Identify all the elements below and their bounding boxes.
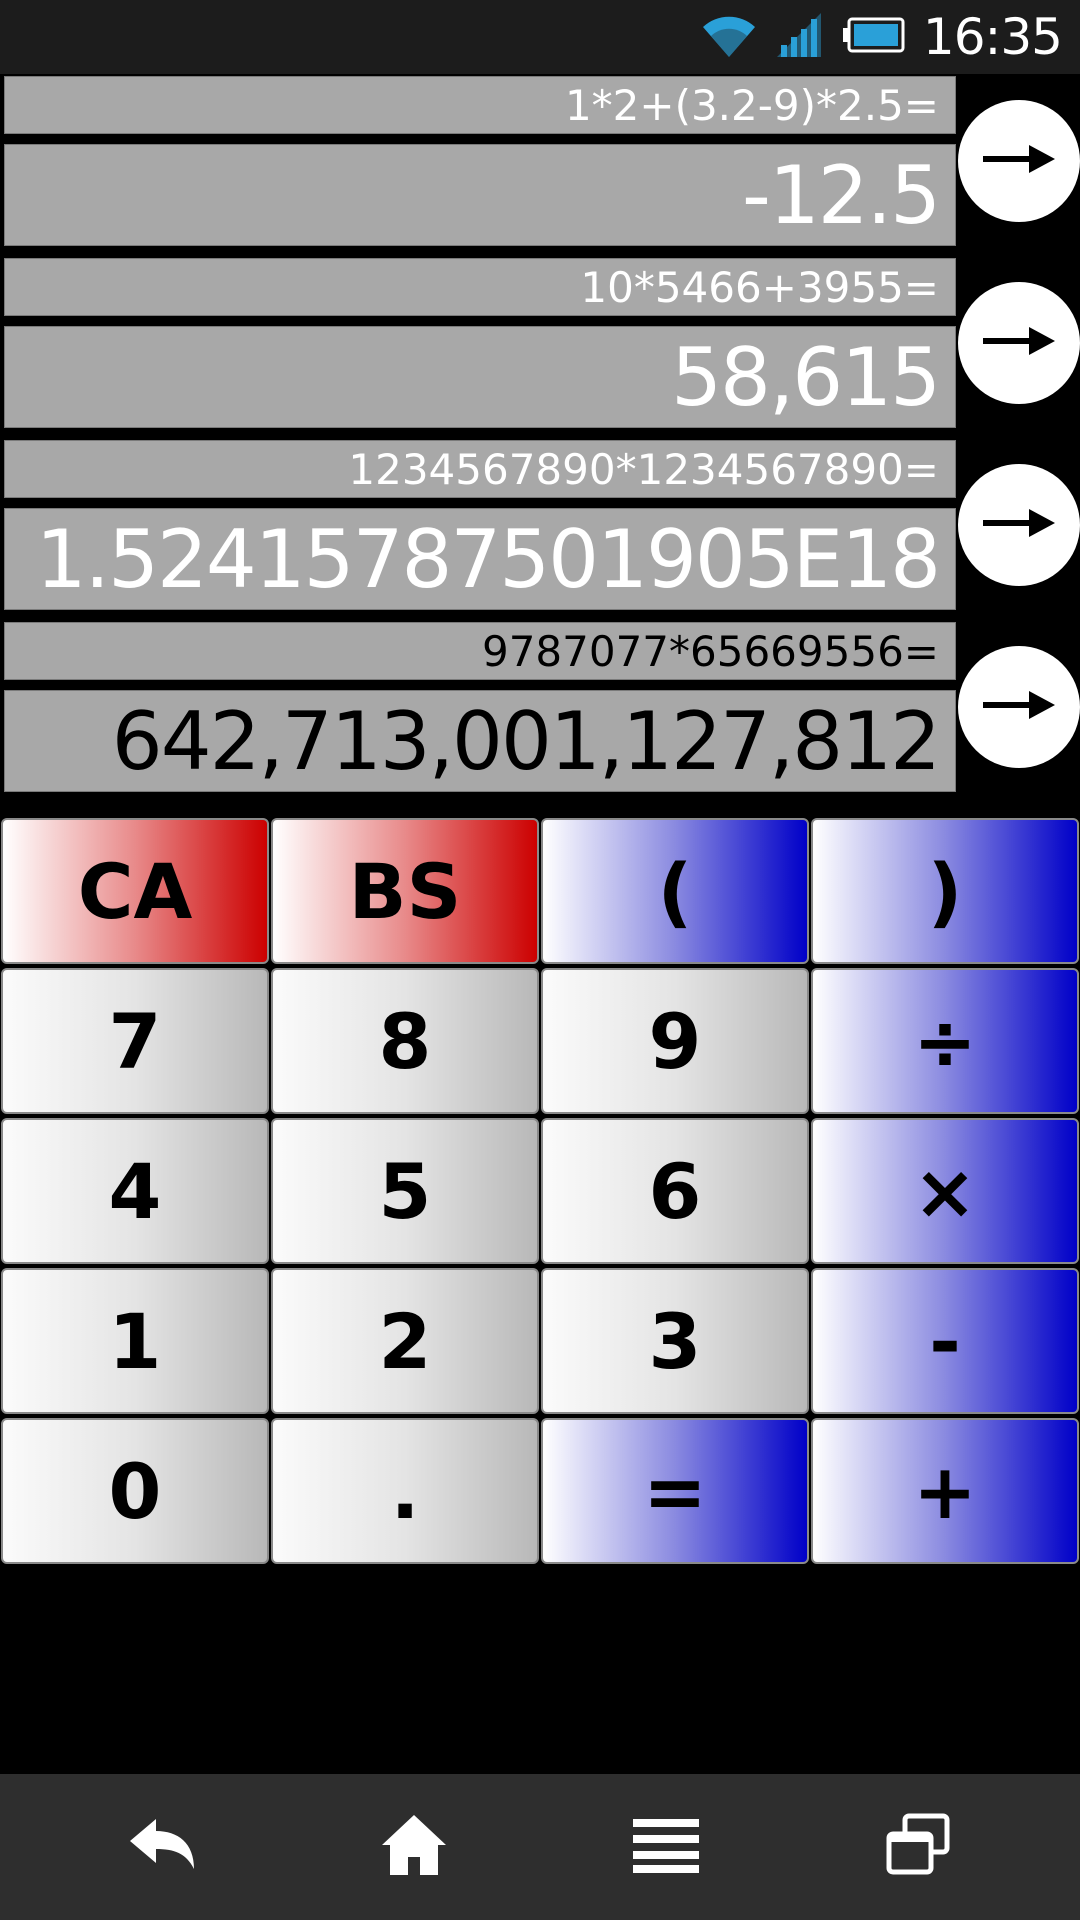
arrow-right-icon — [981, 687, 1057, 728]
status-bar: 16:35 — [0, 0, 1080, 74]
digit-6-button[interactable]: 6 — [541, 1118, 809, 1264]
reuse-result-button[interactable] — [958, 464, 1080, 586]
history-result[interactable]: 642,713,001,127,812 — [4, 690, 956, 792]
equals-button[interactable]: = — [541, 1418, 809, 1564]
close-paren-button[interactable]: ) — [811, 818, 1079, 964]
recent-apps-button[interactable] — [828, 1774, 1008, 1920]
open-paren-button[interactable]: ( — [541, 818, 809, 964]
back-button[interactable] — [72, 1774, 252, 1920]
back-icon — [126, 1815, 198, 1880]
menu-icon — [633, 1817, 699, 1878]
history-entry: 9787077*65669556= 642,713,001,127,812 — [0, 622, 1080, 798]
home-icon — [380, 1813, 448, 1882]
history-entry: 1*2+(3.2-9)*2.5= -12.5 — [0, 76, 1080, 252]
reuse-result-button[interactable] — [958, 282, 1080, 404]
digit-9-button[interactable]: 9 — [541, 968, 809, 1114]
digit-3-button[interactable]: 3 — [541, 1268, 809, 1414]
history-entry: 1234567890*1234567890= 1.52415787501905E… — [0, 440, 1080, 616]
reuse-result-button[interactable] — [958, 646, 1080, 768]
history-result[interactable]: 58,615 — [4, 326, 956, 428]
digit-1-button[interactable]: 1 — [1, 1268, 269, 1414]
menu-button[interactable] — [576, 1774, 756, 1920]
battery-icon — [841, 15, 905, 60]
recent-apps-icon — [885, 1812, 951, 1883]
decimal-point-button[interactable]: . — [271, 1418, 539, 1564]
signal-icon — [775, 11, 823, 64]
subtract-button[interactable]: - — [811, 1268, 1079, 1414]
navigation-bar — [0, 1774, 1080, 1920]
digit-5-button[interactable]: 5 — [271, 1118, 539, 1264]
backspace-button[interactable]: BS — [271, 818, 539, 964]
arrow-right-icon — [981, 505, 1057, 546]
digit-0-button[interactable]: 0 — [1, 1418, 269, 1564]
wifi-icon — [701, 11, 757, 64]
digit-2-button[interactable]: 2 — [271, 1268, 539, 1414]
history-expression[interactable]: 1*2+(3.2-9)*2.5= — [4, 76, 956, 134]
history-expression[interactable]: 10*5466+3955= — [4, 258, 956, 316]
arrow-right-icon — [981, 323, 1057, 364]
history-result[interactable]: -12.5 — [4, 144, 956, 246]
clear-all-button[interactable]: CA — [1, 818, 269, 964]
history-entry: 10*5466+3955= 58,615 — [0, 258, 1080, 434]
arrow-right-icon — [981, 141, 1057, 182]
digit-7-button[interactable]: 7 — [1, 968, 269, 1114]
home-button[interactable] — [324, 1774, 504, 1920]
status-clock: 16:35 — [922, 8, 1063, 66]
status-icons: 16:35 — [701, 0, 1063, 74]
reuse-result-button[interactable] — [958, 100, 1080, 222]
history-result[interactable]: 1.52415787501905E18 — [4, 508, 956, 610]
digit-8-button[interactable]: 8 — [271, 968, 539, 1114]
multiply-button[interactable]: × — [811, 1118, 1079, 1264]
digit-4-button[interactable]: 4 — [1, 1118, 269, 1264]
history-expression[interactable]: 9787077*65669556= — [4, 622, 956, 680]
history-expression[interactable]: 1234567890*1234567890= — [4, 440, 956, 498]
keypad: CA BS ( ) 7 8 9 ÷ 4 5 6 × 1 2 3 - 0 . = … — [0, 818, 1080, 1568]
add-button[interactable]: + — [811, 1418, 1079, 1564]
divide-button[interactable]: ÷ — [811, 968, 1079, 1114]
